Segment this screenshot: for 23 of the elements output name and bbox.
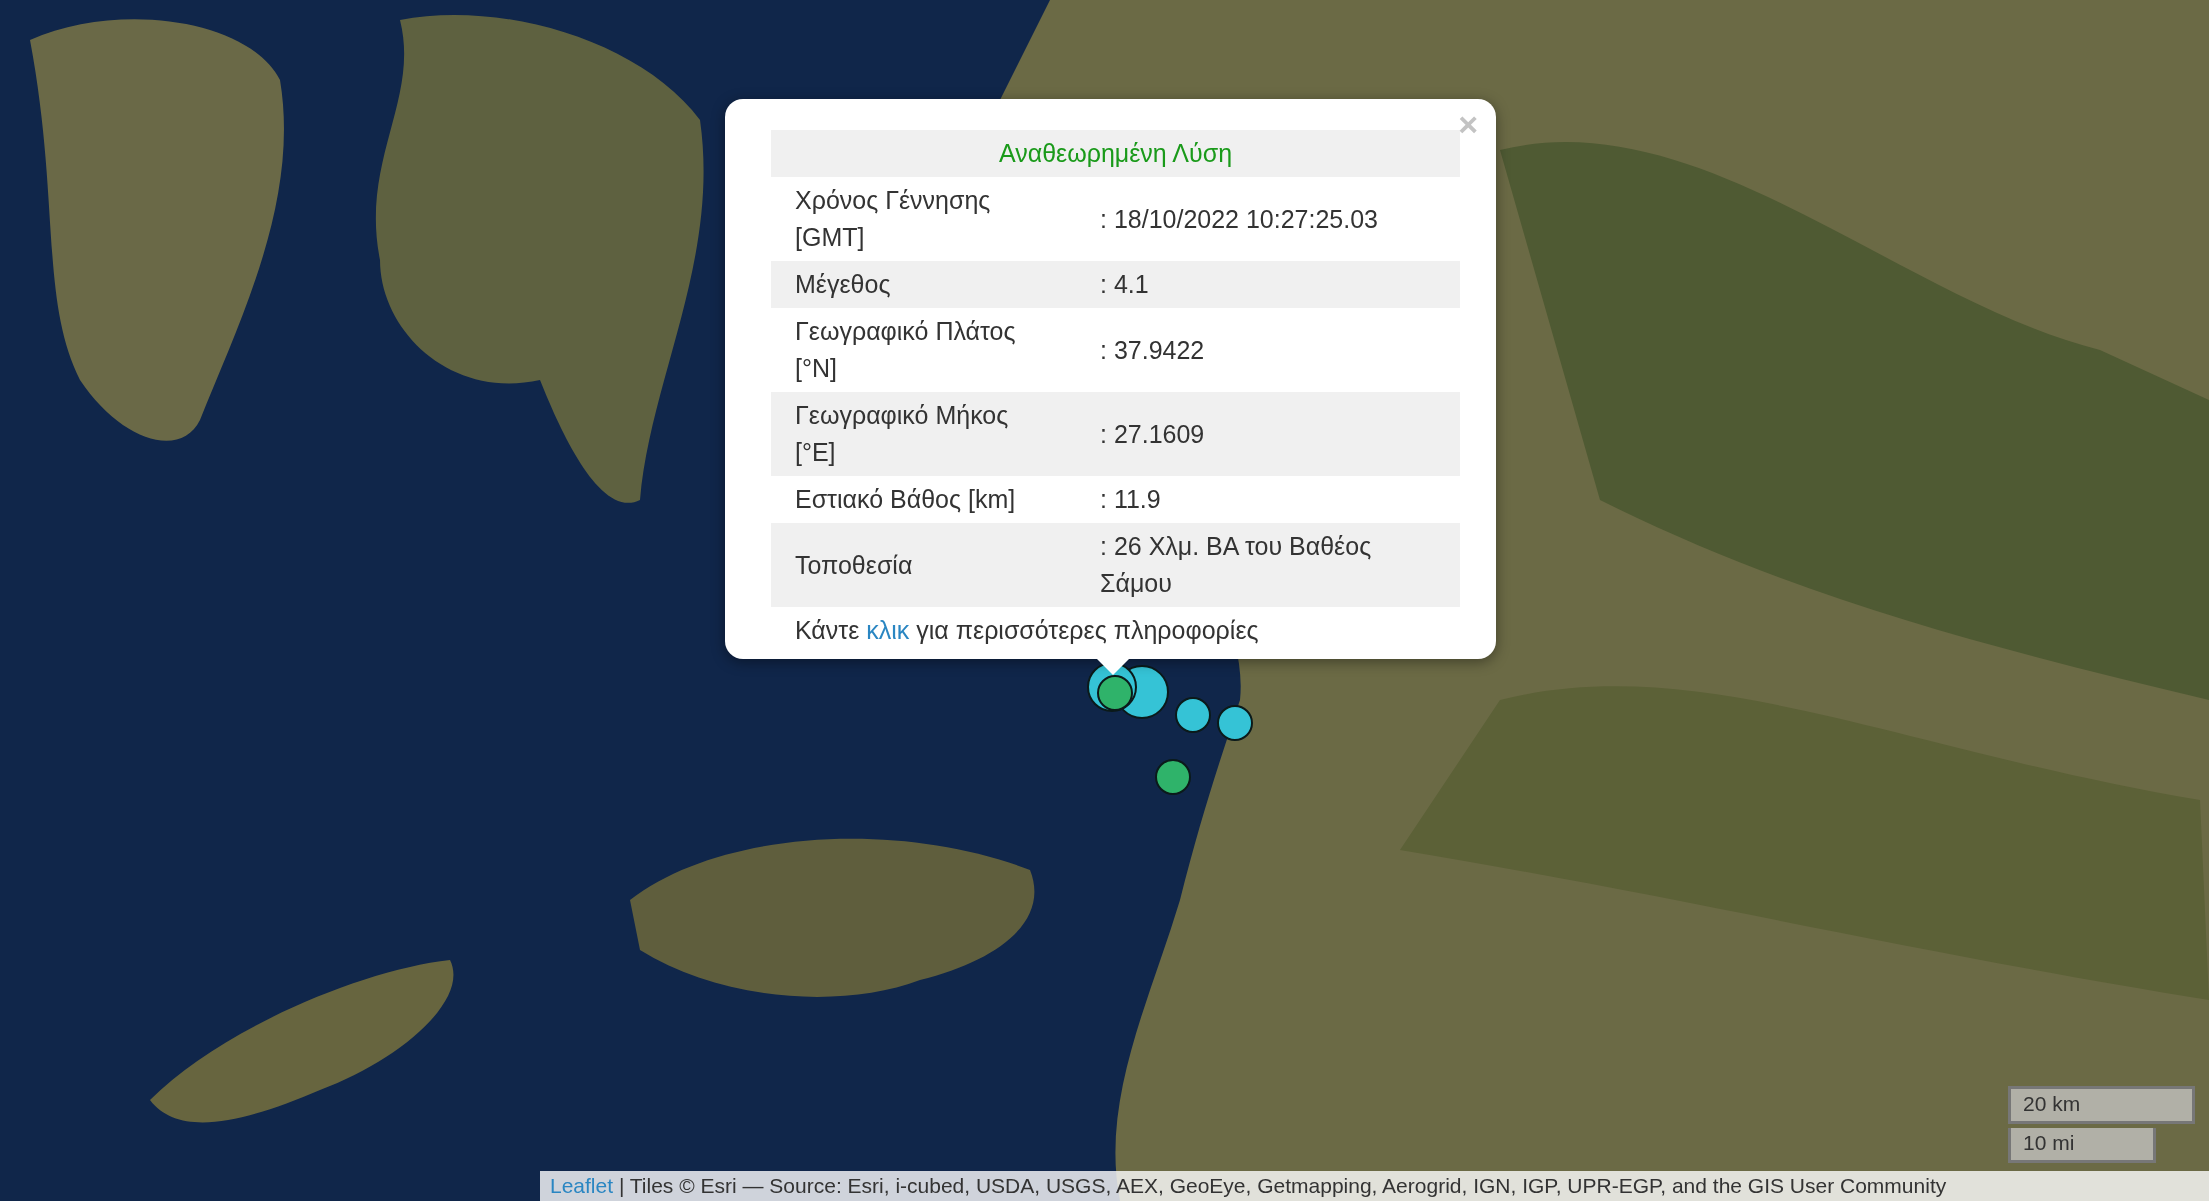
earthquake-marker[interactable] (1175, 697, 1211, 733)
field-value: : 11.9 (1100, 476, 1460, 523)
field-value: : 37.9422 (1100, 308, 1460, 392)
field-label: Γεωγραφικό Πλάτος [°N] (771, 308, 1100, 392)
field-value: : 4.1 (1100, 261, 1460, 308)
field-value: : 26 Χλμ. ΒΑ του Βαθέος Σάμου (1100, 523, 1460, 607)
earthquake-marker[interactable] (1217, 705, 1253, 741)
more-info-text: Κάντε κλικ για περισσότερες πληροφορίες (794, 615, 1260, 646)
marker-cluster-drawing[interactable] (1087, 662, 1169, 719)
leaflet-link[interactable]: Leaflet (550, 1174, 614, 1197)
scale-label: 10 mi (2008, 1128, 2156, 1163)
field-label: Γεωγραφικό Μήκος [°E] (771, 392, 1100, 476)
field-label: Μέγεθος (771, 261, 1100, 308)
field-label: Χρόνος Γέννησης [GMT] (771, 177, 1100, 261)
field-label: Τοποθεσία (771, 523, 1100, 607)
popup-title: Αναθεωρημένη Λύση (771, 130, 1460, 177)
attribution-text: Leaflet | Tiles © Esri — Source: Esri, i-cubed, USDA, USGS, AEX, GeoEye, Getmapping, Aerogrid, IGN, IGP, UPR-EGP, and the GIS User Community (540, 1171, 2209, 1201)
earthquake-marker[interactable] (1155, 759, 1191, 795)
scale-label: 20 km (2008, 1086, 2195, 1124)
field-value: : 18/10/2022 10:27:25.03 (1100, 177, 1460, 261)
field-label: Εστιακό Βάθος [km] (771, 476, 1100, 523)
more-info-link[interactable]: κλικ (866, 616, 910, 644)
field-value: : 27.1609 (1100, 392, 1460, 476)
